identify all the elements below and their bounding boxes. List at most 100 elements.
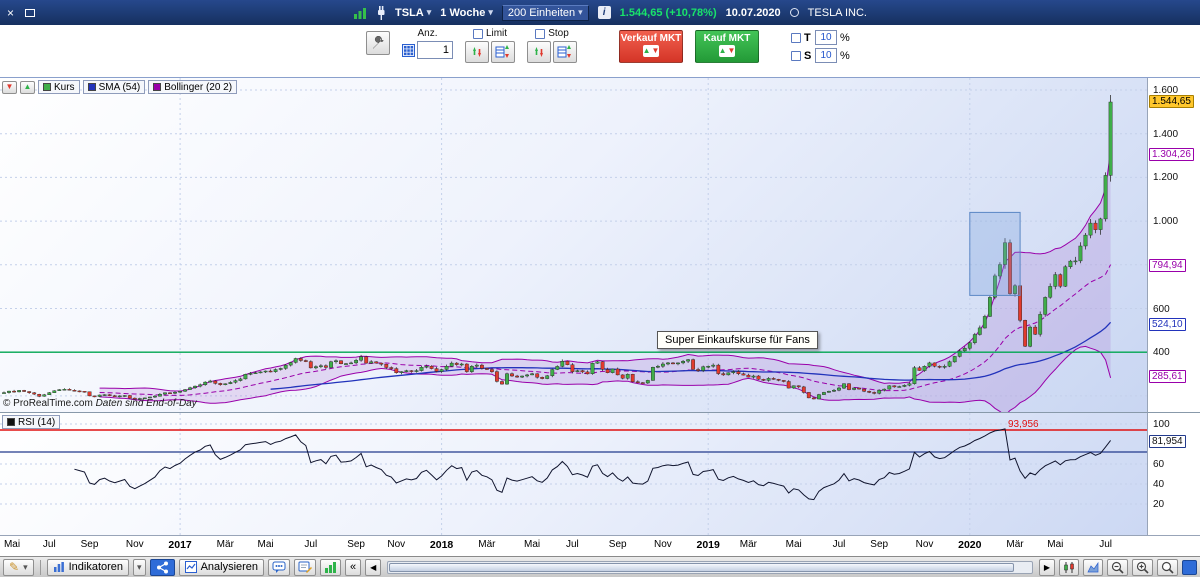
pencil-icon: ✎ bbox=[9, 560, 19, 574]
prorealtime-window: { "titlebar": { "symbol": "TSLA", "timef… bbox=[0, 0, 1200, 577]
stoploss-percent-input[interactable] bbox=[815, 48, 837, 63]
price-tick: 600 bbox=[1153, 304, 1170, 315]
info-icon[interactable]: i bbox=[598, 6, 611, 19]
quantity-input[interactable] bbox=[417, 41, 453, 59]
bottom-toolbar: ✎ ▾ Indikatoren ▾ Analysieren « ◀ ▶ bbox=[0, 556, 1200, 577]
bollinger-swatch-icon bbox=[153, 83, 161, 91]
time-label: Jul bbox=[833, 539, 846, 550]
time-label: Mai bbox=[524, 539, 540, 550]
limit-buy-order-button[interactable] bbox=[465, 41, 489, 63]
link-plug-icon bbox=[376, 6, 386, 20]
indikatoren-dropdown-button[interactable]: ▾ bbox=[133, 559, 146, 576]
price-value: 1.544,65 bbox=[620, 7, 663, 19]
price-tick: 1.200 bbox=[1153, 172, 1178, 183]
time-label: Mär bbox=[740, 539, 757, 550]
indikatoren-button[interactable]: Indikatoren bbox=[47, 559, 129, 576]
zoom-out-button[interactable] bbox=[1107, 559, 1128, 576]
wrench-icon bbox=[371, 36, 386, 51]
zoom-in-button[interactable] bbox=[1132, 559, 1153, 576]
price-badge: 524,10 bbox=[1149, 318, 1186, 331]
price-tick: 1.400 bbox=[1153, 129, 1178, 140]
share-button[interactable] bbox=[150, 559, 175, 576]
rsi-tick: 40 bbox=[1153, 479, 1164, 490]
chat-button[interactable] bbox=[268, 559, 290, 576]
green-chart-icon bbox=[324, 561, 337, 574]
scroll-fast-left-button[interactable]: « bbox=[345, 559, 361, 576]
kurs-swatch-icon bbox=[43, 83, 51, 91]
chevron-down-icon: ▾ bbox=[23, 562, 28, 573]
close-icon[interactable]: × bbox=[7, 7, 14, 19]
legend-kurs[interactable]: Kurs bbox=[38, 80, 80, 94]
rsi-chart-canvas[interactable]: 93,956 bbox=[0, 413, 1147, 535]
sma-swatch-icon bbox=[88, 83, 96, 91]
analyze-icon bbox=[185, 561, 197, 573]
time-label: 2020 bbox=[958, 539, 981, 551]
title-bar: × TSLA ▾ 1 Woche ▾ 200 Einheiten ▾ i 1.5… bbox=[0, 0, 1200, 25]
time-label: 2019 bbox=[697, 539, 720, 551]
expand-panel-button[interactable]: ▲ bbox=[20, 81, 35, 94]
stop-checkbox[interactable] bbox=[535, 29, 545, 39]
fullscreen-button[interactable] bbox=[1182, 560, 1197, 575]
order-settings-button[interactable] bbox=[366, 31, 390, 55]
keypad-icon[interactable] bbox=[402, 44, 415, 57]
legend-rsi[interactable]: RSI (14) bbox=[2, 415, 60, 429]
time-label: Nov bbox=[916, 539, 934, 550]
scroll-right-button[interactable]: ▶ bbox=[1039, 559, 1055, 576]
units-dropdown[interactable]: 200 Einheiten ▾ bbox=[502, 5, 589, 21]
stoploss-label: S bbox=[804, 50, 812, 62]
legend-sma[interactable]: SMA (54) bbox=[83, 80, 146, 94]
restore-icon[interactable] bbox=[25, 9, 35, 17]
time-label: 2018 bbox=[430, 539, 453, 551]
limit-sell-order-button[interactable] bbox=[491, 41, 515, 63]
right-arrow-icon: ▶ bbox=[1044, 563, 1050, 572]
scroll-left-button[interactable]: ◀ bbox=[365, 559, 381, 576]
time-label: Mai bbox=[4, 539, 20, 550]
sell-market-button[interactable]: Verkauf MKT ▲▼ bbox=[619, 30, 683, 63]
time-axis: MaiJulSepNov2017MärMaiJulSepNov2018MärMa… bbox=[0, 535, 1200, 556]
price-tick: 400 bbox=[1153, 347, 1170, 358]
stoploss-percent-sign: % bbox=[840, 50, 850, 62]
buy-market-button[interactable]: Kauf MKT ▲▼ bbox=[695, 30, 759, 63]
candle-style-button[interactable] bbox=[1059, 559, 1079, 576]
performance-button[interactable] bbox=[320, 559, 341, 576]
symbol-dropdown[interactable]: TSLA ▾ bbox=[395, 7, 431, 19]
stop-buy-order-button[interactable] bbox=[527, 41, 551, 63]
scrollbar-thumb[interactable] bbox=[389, 563, 1013, 572]
limit-group: Limit bbox=[465, 27, 515, 63]
rsi-legend: RSI (14) bbox=[2, 415, 60, 429]
target-percent-sign: % bbox=[840, 32, 850, 44]
stoploss-checkbox[interactable] bbox=[791, 51, 801, 61]
drawing-tools-button[interactable]: ✎ ▾ bbox=[3, 559, 34, 576]
collapse-panel-button[interactable]: ▼ bbox=[2, 81, 17, 94]
zoom-select-button[interactable] bbox=[1157, 559, 1178, 576]
legend-bollinger[interactable]: Bollinger (20 2) bbox=[148, 80, 237, 94]
limit-checkbox[interactable] bbox=[473, 29, 483, 39]
time-label: Mär bbox=[1006, 539, 1023, 550]
price-badge: 1.544,65 bbox=[1149, 95, 1194, 108]
chevron-down-icon: ▾ bbox=[427, 7, 432, 18]
price-chart-canvas[interactable] bbox=[0, 78, 1147, 412]
rsi-tick: 20 bbox=[1153, 499, 1164, 510]
mountain-style-button[interactable] bbox=[1083, 559, 1103, 576]
notes-button[interactable] bbox=[294, 559, 316, 576]
analysieren-button[interactable]: Analysieren bbox=[179, 559, 264, 576]
legend-sma-label: SMA (54) bbox=[99, 82, 141, 93]
status-circle-icon bbox=[790, 8, 799, 17]
candlestick-icon bbox=[1063, 561, 1075, 574]
stop-sell-order-button[interactable] bbox=[553, 41, 577, 63]
chevron-down-icon: ▾ bbox=[578, 7, 583, 18]
time-label: Mai bbox=[786, 539, 802, 550]
symbol-label: TSLA bbox=[395, 7, 424, 19]
time-label: Mär bbox=[478, 539, 495, 550]
target-checkbox[interactable] bbox=[791, 33, 801, 43]
time-label: Jul bbox=[1099, 539, 1112, 550]
svg-text:93,956: 93,956 bbox=[1008, 419, 1039, 430]
target-percent-input[interactable] bbox=[815, 30, 837, 45]
sell-market-label: Verkauf MKT bbox=[621, 33, 682, 44]
double-left-icon: « bbox=[350, 561, 356, 573]
limit-label: Limit bbox=[486, 28, 507, 39]
rsi-swatch-icon bbox=[7, 418, 15, 426]
chart-scrollbar[interactable] bbox=[387, 561, 1033, 574]
rsi-last-badge: 81,954 bbox=[1149, 435, 1186, 448]
timeframe-dropdown[interactable]: 1 Woche ▾ bbox=[440, 7, 493, 19]
